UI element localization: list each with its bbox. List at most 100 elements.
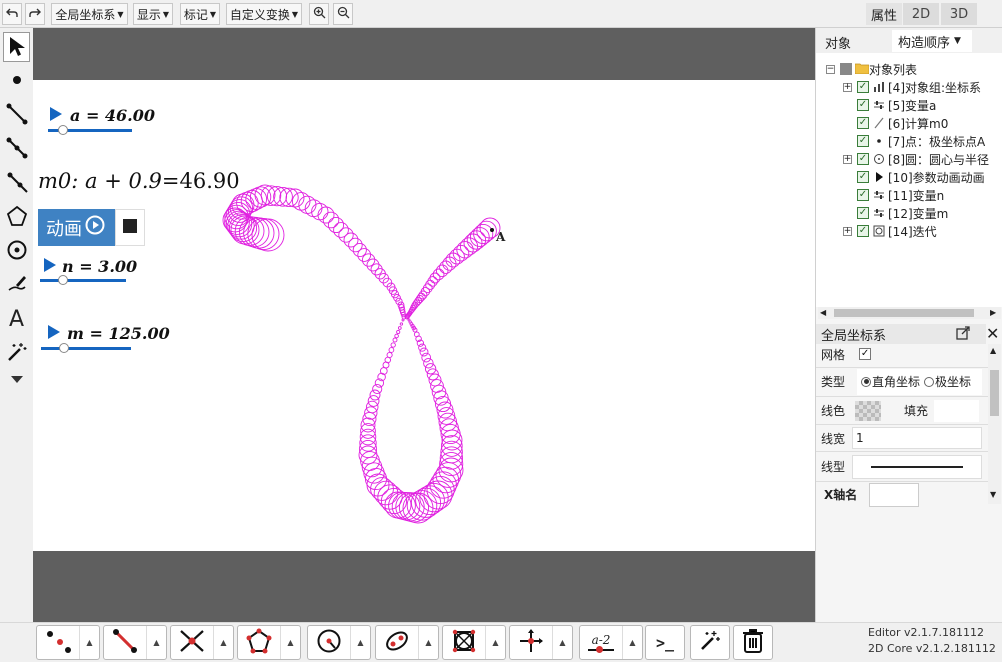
scroll-left-icon[interactable]: ◀ xyxy=(820,308,826,317)
tree-item[interactable]: ✓ [7]点：极坐标点A xyxy=(843,132,985,150)
drawing-canvas[interactable]: a = 46.00 m0: a + 0.9=46.90 动画 n = 3.00 … xyxy=(33,80,815,551)
tree-item[interactable]: + ✓ [14]迭代 xyxy=(843,222,937,240)
zoom-out-button[interactable] xyxy=(333,3,353,25)
intersect-tools-expand[interactable]: ▲ xyxy=(214,626,233,659)
trail-circle xyxy=(437,407,456,425)
visibility-checkbox[interactable]: ✓ xyxy=(857,189,869,201)
command-tools-icon: >_ xyxy=(655,633,675,652)
axis-tools-expand[interactable]: ▲ xyxy=(553,626,572,659)
magic-tools-button[interactable] xyxy=(691,626,729,659)
conic-tools-button[interactable] xyxy=(376,626,419,659)
x-axis-name-input[interactable] xyxy=(869,482,920,507)
redo-button[interactable] xyxy=(25,3,45,25)
text-tool[interactable]: A xyxy=(3,304,30,334)
command-tools-button[interactable]: >_ xyxy=(646,626,684,659)
conic-tools-expand[interactable]: ▲ xyxy=(419,626,438,659)
line-style-label: 线型 xyxy=(821,460,846,474)
transform-tools-expand[interactable]: ▲ xyxy=(486,626,505,659)
visibility-checkbox[interactable]: ✓ xyxy=(857,171,869,183)
scroll-down-icon[interactable]: ▼ xyxy=(990,490,996,499)
radio-rectangular-label[interactable]: 直角坐标 xyxy=(872,373,920,390)
point-tool[interactable] xyxy=(3,66,30,96)
polygon-tools-expand[interactable]: ▲ xyxy=(281,626,300,659)
radio-polar[interactable] xyxy=(924,376,935,387)
visibility-checkbox[interactable]: ✓ xyxy=(857,117,869,129)
custom-transform-menu-label: 自定义变换 xyxy=(229,7,290,22)
scroll-up-icon[interactable]: ▲ xyxy=(990,346,996,355)
trail-circle xyxy=(418,343,427,352)
tree-item[interactable]: ✓ [12]变量m xyxy=(843,204,948,222)
line-style-select[interactable] xyxy=(852,454,983,479)
tree-item[interactable]: + ✓ [8]圆：圆心与半径 xyxy=(843,150,989,168)
ray-tool[interactable] xyxy=(3,168,30,198)
polygon-tools-button[interactable] xyxy=(238,626,281,659)
tree-item[interactable]: ✓ [5]变量a xyxy=(843,96,936,114)
measure-tools-expand[interactable]: ▲ xyxy=(623,626,642,659)
tab-properties[interactable]: 属性 xyxy=(866,3,902,25)
segment-tools-button[interactable] xyxy=(104,626,147,659)
more-tools-button[interactable] xyxy=(3,370,30,390)
properties-scrollbar-thumb[interactable] xyxy=(990,370,999,416)
freehand-tool[interactable] xyxy=(3,270,30,300)
undo-button[interactable] xyxy=(2,3,22,25)
visibility-checkbox[interactable]: ✓ xyxy=(857,99,869,111)
polygon-icon xyxy=(6,205,28,230)
transform-tools-button[interactable] xyxy=(443,626,486,659)
custom-transform-menu[interactable]: 自定义变换 ▼ xyxy=(226,3,302,25)
expand-icon[interactable]: + xyxy=(843,82,852,92)
point-tools-button[interactable] xyxy=(37,626,80,659)
segment-points-tool[interactable] xyxy=(3,134,30,164)
circle-tools-button[interactable] xyxy=(308,626,351,659)
circle-tool[interactable] xyxy=(3,236,30,266)
tab-construction-order[interactable]: 构造顺序 ▼ xyxy=(892,30,972,52)
properties-vertical-scrollbar[interactable]: ▲ ▼ xyxy=(988,344,1001,504)
tree-item-label: [4]对象组:坐标系 xyxy=(888,80,982,95)
expand-icon[interactable]: + xyxy=(843,226,852,236)
circle-tools-expand[interactable]: ▲ xyxy=(351,626,370,659)
segment-tools-expand[interactable]: ▲ xyxy=(147,626,166,659)
delete-button[interactable] xyxy=(734,626,772,659)
radio-polar-label[interactable]: 极坐标 xyxy=(935,373,971,390)
magic-wand-tool[interactable] xyxy=(3,338,30,368)
axis-tools-button[interactable] xyxy=(510,626,553,659)
intersect-tools-button[interactable] xyxy=(171,626,214,659)
tree-item[interactable]: ✓ [6]计算m0 xyxy=(843,114,948,132)
tree-item[interactable]: ✓ [10]参数动画动画 xyxy=(843,168,985,186)
grid-checkbox[interactable]: ✓ xyxy=(859,348,872,360)
tree-horizontal-scrollbar[interactable]: ◀ ▶ xyxy=(818,307,1001,319)
point-tools-expand[interactable]: ▲ xyxy=(80,626,99,659)
scroll-right-icon[interactable]: ▶ xyxy=(990,308,996,317)
measure-tools-button[interactable]: a-2 xyxy=(580,626,623,659)
tree-scrollbar-thumb[interactable] xyxy=(834,309,974,317)
visibility-checkbox[interactable]: ✓ xyxy=(857,81,869,93)
polygon-tool[interactable] xyxy=(3,202,30,232)
visibility-checkbox[interactable]: ✓ xyxy=(857,153,869,165)
line-width-input[interactable]: 1 xyxy=(852,427,983,449)
expand-icon[interactable]: + xyxy=(843,154,852,164)
popout-icon[interactable] xyxy=(956,326,970,343)
tab-3d[interactable]: 3D xyxy=(941,3,977,25)
point-a-marker[interactable] xyxy=(490,228,494,232)
collapse-icon[interactable]: − xyxy=(826,64,835,74)
tree-root[interactable]: − 对象列表 xyxy=(826,60,917,78)
checkbox-mixed-icon[interactable] xyxy=(840,63,852,75)
tab-2d[interactable]: 2D xyxy=(903,3,939,25)
tree-item[interactable]: ✓ [11]变量n xyxy=(843,186,944,204)
segment-tool[interactable] xyxy=(3,100,30,130)
mark-menu-label: 标记 xyxy=(183,7,208,22)
mark-menu[interactable]: 标记 ▼ xyxy=(180,3,220,25)
fill-swatch[interactable] xyxy=(934,399,980,422)
visibility-checkbox[interactable]: ✓ xyxy=(857,135,869,147)
close-icon[interactable]: ✕ xyxy=(986,324,999,343)
display-menu[interactable]: 显示 ▼ xyxy=(133,3,173,25)
radio-rectangular[interactable] xyxy=(861,376,872,387)
visibility-checkbox[interactable]: ✓ xyxy=(857,207,869,219)
tree-item[interactable]: + ✓ [4]对象组:坐标系 xyxy=(843,78,981,96)
select-tool[interactable] xyxy=(3,32,30,62)
caret-up-icon: ▲ xyxy=(287,638,294,647)
zoom-in-button[interactable] xyxy=(309,3,329,25)
line-color-swatch[interactable] xyxy=(855,400,882,421)
visibility-checkbox[interactable]: ✓ xyxy=(857,225,869,237)
coordinate-menu[interactable]: 全局坐标系 ▼ xyxy=(51,3,128,25)
tab-objects[interactable]: 对象 xyxy=(825,33,851,52)
